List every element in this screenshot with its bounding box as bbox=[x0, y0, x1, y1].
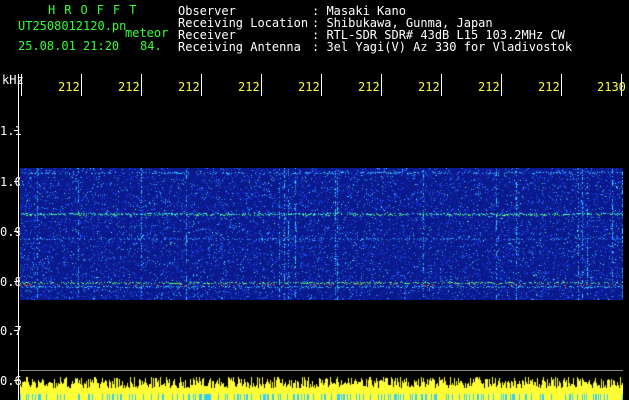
x-tick-label: 212 bbox=[178, 80, 200, 94]
spectrogram-waterfall bbox=[20, 168, 623, 300]
x-tick-mark bbox=[501, 74, 502, 96]
x-tick-label: 212 bbox=[118, 80, 140, 94]
y-tick-label: 1.1 bbox=[0, 124, 22, 138]
x-tick-label: 212 bbox=[238, 80, 260, 94]
y-tick-label: 0.7 bbox=[0, 324, 22, 338]
x-tick-label: 212 bbox=[418, 80, 440, 94]
hrofft-logo: HROFFT bbox=[48, 3, 146, 17]
x-tick-mark bbox=[321, 74, 322, 96]
y-tick-label: 0.9 bbox=[0, 225, 22, 239]
y-tick-mark bbox=[14, 281, 18, 282]
x-tick-mark bbox=[441, 74, 442, 96]
y-tick-mark bbox=[14, 130, 18, 131]
activity-histogram bbox=[20, 368, 623, 400]
x-tick-label: 212 bbox=[58, 80, 80, 94]
y-tick-mark bbox=[14, 231, 18, 232]
field-label-antenna: Receiving Antenna bbox=[178, 40, 301, 54]
y-tick-mark bbox=[14, 380, 18, 381]
y-tick-label: 0.8 bbox=[0, 275, 22, 289]
x-tick-label: 212 bbox=[478, 80, 500, 94]
datetime-label: 25.08.01 21:20 bbox=[18, 39, 120, 53]
x-tick-label: 212 bbox=[298, 80, 320, 94]
x-tick-mark bbox=[561, 74, 562, 96]
x-tick-mark bbox=[381, 74, 382, 96]
y-tick-label: 0.6 bbox=[0, 374, 22, 388]
x-tick-mark bbox=[81, 74, 82, 96]
x-tick-mark bbox=[21, 74, 22, 96]
field-value-antenna: : 3el Yagi(V) Az 330 for Vladivostok bbox=[312, 40, 573, 54]
y-tick-mark bbox=[14, 181, 18, 182]
x-tick-mark bbox=[201, 74, 202, 96]
x-tick-mark bbox=[141, 74, 142, 96]
mode-value: 84. bbox=[140, 39, 162, 53]
y-tick-mark bbox=[14, 330, 18, 331]
x-tick-label: 212 bbox=[358, 80, 380, 94]
x-tick-label: 212 bbox=[538, 80, 560, 94]
filename-label: UT2508012120.pn bbox=[18, 19, 127, 33]
mode-label: meteor bbox=[125, 26, 169, 40]
x-tick-mark bbox=[261, 74, 262, 96]
x-tick-mark bbox=[621, 74, 622, 96]
y-tick-label: 1.0 bbox=[0, 175, 22, 189]
